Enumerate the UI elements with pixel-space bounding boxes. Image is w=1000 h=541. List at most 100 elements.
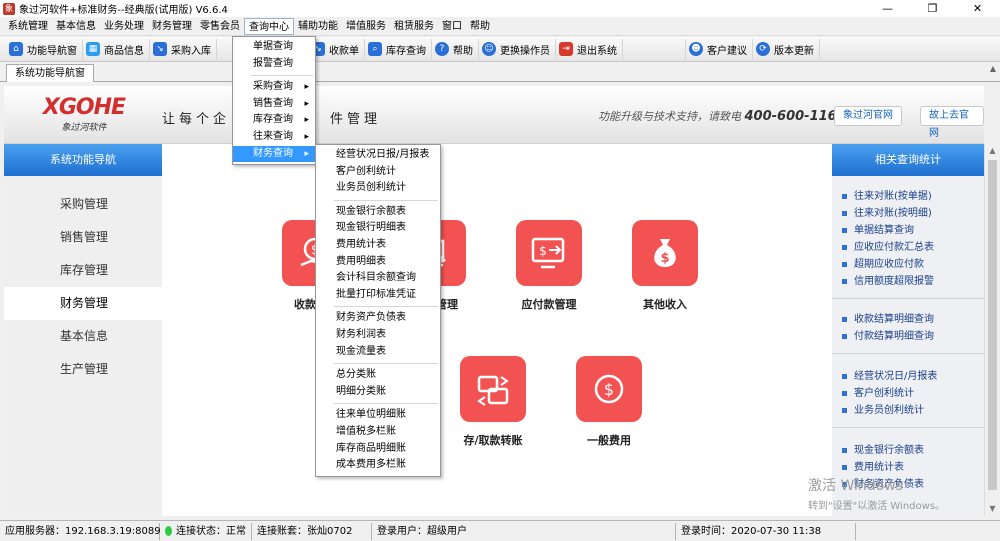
home-icon: ⌂ [9,42,23,56]
submenu-item-customer-profit[interactable]: 客户创利统计 [316,164,440,181]
submenu-item-batch-print-voucher[interactable]: 批量打印标准凭证 [316,287,440,304]
submenu-item-expense-stats[interactable]: 费用统计表 [316,237,440,254]
submenu-item-cost-ledger[interactable]: 成本费用多栏账 [316,457,440,474]
rp-link-payment-settlement[interactable]: 付款结算明细查询 [832,328,984,345]
menu-item-inventory-query[interactable]: 库存查询 [233,112,315,129]
rp-link-cash-bank-balance[interactable]: 现金银行余额表 [832,442,984,459]
menu-basic-info[interactable]: 基本信息 [52,18,100,35]
rp-link-receipt-settlement[interactable]: 收款结算明细查询 [832,311,984,328]
menu-item-alarm-query[interactable]: 报警查询 [233,56,315,73]
menu-item-ar-ap-query[interactable]: 往来查询 [233,129,315,146]
maximize-button[interactable]: ❐ [910,0,955,17]
submenu-item-expense-detail[interactable]: 费用明细表 [316,254,440,271]
rp-link-account-by-bill[interactable]: 往来对账(按单据) [832,188,984,205]
toolbar: ⌂ 功能导航窗 ▦ 商品信息 ↘ 采购入库 单 ↘ 收款单 ⌕ 库存查询 ? 帮… [0,37,1000,62]
rp-link-credit-limit-alarm[interactable]: 信用额度超限报警 [832,273,984,290]
rp-link-overdue-ar-ap[interactable]: 超期应收应付款 [832,256,984,273]
rp-link-expense-stats[interactable]: 费用统计表 [832,459,984,476]
menu-auxiliary[interactable]: 辅助功能 [294,18,342,35]
menu-item-finance-query[interactable]: 财务查询 [233,145,315,163]
right-panel-group: 往来对账(按单据) 往来对账(按明细) 单据结算查询 应收应付款汇总表 超期应收… [832,176,984,299]
submenu-item-business-report[interactable]: 经营状况日报/月报表 [316,147,440,164]
menu-retail[interactable]: 零售会员 [196,18,244,35]
scroll-thumb[interactable] [988,160,997,490]
tile-deposit-withdraw-transfer[interactable]: 存/取款转账 [460,356,526,448]
tab-system-nav[interactable]: 系统功能导航窗 [6,64,94,82]
vertical-scrollbar[interactable]: ▲ ▼ [984,144,1000,516]
banner: XGOHE 象过河软件 让每个企 件管理 功能升级与技术支持，请致电 400-60… [4,86,984,144]
toolbar-nav-window-button[interactable]: ⌂ 功能导航窗 [6,38,83,60]
right-panel-group: 经营状况日/月报表 客户创利统计 业务员创利统计 [832,354,984,428]
query-center-menu: 单据查询 报警查询 采购查询 销售查询 库存查询 往来查询 财务查询 [232,36,316,166]
menu-separator [334,306,438,308]
toolbar-switch-operator-button[interactable]: ☺ 更换操作员 [479,38,556,60]
tile-other-income[interactable]: $ 其他收入 [632,220,698,312]
submenu-item-stock-ledger[interactable]: 库存商品明细账 [316,441,440,458]
toolbar-feedback-button[interactable]: ☻ 客户建议 [685,38,753,60]
rp-link-business-report[interactable]: 经营状况日/月报表 [832,368,984,385]
menu-item-purchase-query[interactable]: 采购查询 [233,79,315,96]
toolbar-product-info-button[interactable]: ▦ 商品信息 [83,38,150,60]
menu-window[interactable]: 窗口 [438,18,466,35]
menu-help[interactable]: 帮助 [466,18,494,35]
finance-query-submenu: 经营状况日报/月报表 客户创利统计 业务员创利统计 现金银行余额表 现金银行明细… [315,144,441,477]
nav-item-purchase[interactable]: 采购管理 [4,188,162,221]
submenu-item-vat-ledger[interactable]: 增值税多栏账 [316,424,440,441]
menu-leasing[interactable]: 租赁服务 [390,18,438,35]
menu-item-bill-query[interactable]: 单据查询 [233,39,315,56]
submenu-item-account-balance[interactable]: 会计科目余额查询 [316,270,440,287]
right-panel-group: 现金银行余额表 费用统计表 财务资产负债表 [832,428,984,501]
rp-link-bill-settlement[interactable]: 单据结算查询 [832,222,984,239]
main-content: $ 收款 管理 $ 应付款管理 $ 其他收入 存/取款转账 $ 一般费用 [162,144,832,516]
official-site-button[interactable]: 象过河官网 [834,106,902,126]
menu-finance[interactable]: 财务管理 [148,18,196,35]
menu-system[interactable]: 系统管理 [4,18,52,35]
menu-item-sales-query[interactable]: 销售查询 [233,96,315,113]
submenu-item-cash-bank-balance[interactable]: 现金银行余额表 [316,204,440,221]
nav-item-finance[interactable]: 财务管理 [4,287,162,320]
submenu-item-salesman-profit[interactable]: 业务员创利统计 [316,180,440,197]
toolbar-receipt-button[interactable]: ↘ 收款单 [308,38,365,60]
scroll-up-icon[interactable]: ▲ [985,144,1000,158]
nav-item-production[interactable]: 生产管理 [4,353,162,386]
toolbar-help-button[interactable]: ? 帮助 [432,38,479,60]
app-icon: 象 [3,2,15,15]
minimize-button[interactable]: — [865,0,910,17]
user-switch-icon: ☺ [482,42,496,56]
rp-link-account-by-detail[interactable]: 往来对账(按明细) [832,205,984,222]
rp-link-salesman-profit[interactable]: 业务员创利统计 [832,402,984,419]
old-official-site-button[interactable]: 故上去官网 [920,106,984,139]
submenu-item-cash-bank-detail[interactable]: 现金银行明细表 [316,220,440,237]
left-nav: 系统功能导航 采购管理 销售管理 库存管理 财务管理 基本信息 生产管理 [4,144,162,516]
svg-text:$: $ [539,244,547,258]
nav-item-basic-info[interactable]: 基本信息 [4,320,162,353]
toolbar-update-button[interactable]: ⟳ 版本更新 [753,38,820,60]
submenu-item-subsidiary-ledger[interactable]: 明细分类账 [316,384,440,401]
submenu-item-balance-sheet[interactable]: 财务资产负债表 [316,310,440,327]
submenu-item-general-ledger[interactable]: 总分类账 [316,367,440,384]
toolbar-inventory-query-button[interactable]: ⌕ 库存查询 [365,38,432,60]
nav-item-sales[interactable]: 销售管理 [4,221,162,254]
toolbar-exit-button[interactable]: ⇥ 退出系统 [556,38,623,60]
search-icon: ⌕ [368,42,382,56]
menu-value-added[interactable]: 增值服务 [342,18,390,35]
rp-link-customer-profit[interactable]: 客户创利统计 [832,385,984,402]
scroll-down-icon[interactable]: ▼ [985,502,1000,516]
submenu-item-income-statement[interactable]: 财务利润表 [316,327,440,344]
brand-logo: XGOHE 象过河软件 [42,95,126,134]
menu-query-center[interactable]: 查询中心 [244,17,294,35]
menu-separator [334,363,438,365]
coin-icon: $ [576,356,642,422]
menu-business[interactable]: 业务处理 [100,18,148,35]
close-button[interactable]: ✕ [955,0,1000,17]
nav-item-inventory[interactable]: 库存管理 [4,254,162,287]
submenu-item-partner-ledger[interactable]: 往来单位明细账 [316,407,440,424]
menu-separator [334,403,438,405]
rp-link-balance-sheet[interactable]: 财务资产负债表 [832,476,984,493]
tile-payable-management[interactable]: $ 应付款管理 [516,220,582,312]
submenu-item-cash-flow[interactable]: 现金流量表 [316,344,440,361]
rp-link-ar-ap-summary[interactable]: 应收应付款汇总表 [832,239,984,256]
toolbar-purchase-in-button[interactable]: ↘ 采购入库 [150,38,217,60]
scroll-up-arrow-icon[interactable]: ▲ [986,62,1000,76]
tile-general-expense[interactable]: $ 一般费用 [576,356,642,448]
